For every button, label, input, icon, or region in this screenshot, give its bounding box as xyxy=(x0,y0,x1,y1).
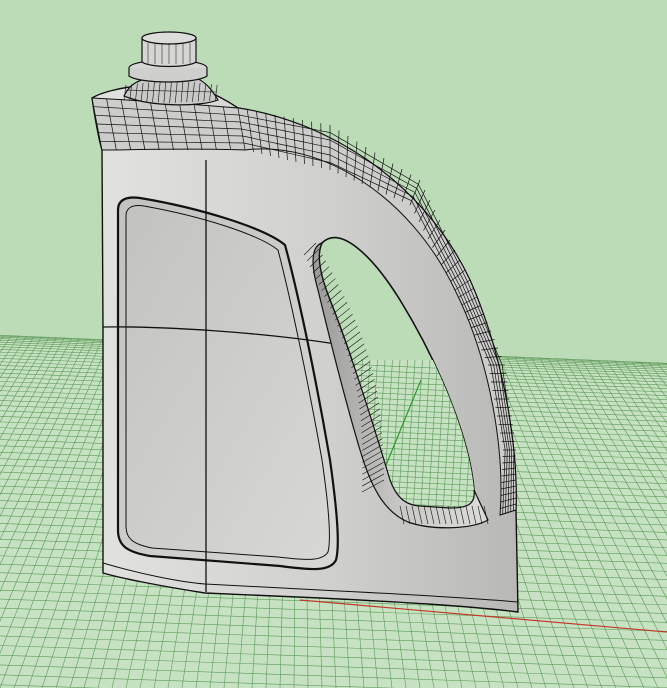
cap-ring-side xyxy=(128,68,208,83)
rhino-perspective-viewport[interactable] xyxy=(0,0,667,688)
cap-top xyxy=(141,31,197,45)
